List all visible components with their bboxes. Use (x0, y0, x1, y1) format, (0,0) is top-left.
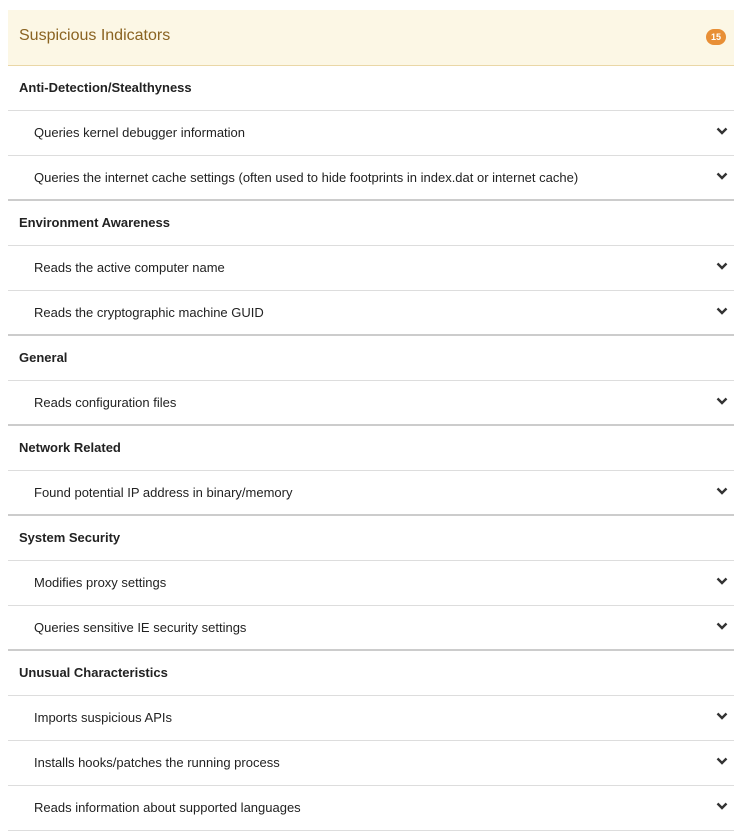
indicator-row[interactable]: Queries the internet cache settings (oft… (8, 156, 734, 201)
indicator-label: Imports suspicious APIs (34, 710, 172, 725)
panel-title: Suspicious Indicators (19, 27, 171, 44)
category-heading: Environment Awareness (8, 201, 734, 246)
indicator-row[interactable]: Found potential IP address in binary/mem… (8, 471, 734, 516)
category-heading: Unusual Characteristics (8, 651, 734, 696)
indicator-row[interactable]: Imports suspicious APIs (8, 696, 734, 741)
count-badge: 15 (706, 29, 726, 45)
chevron-down-icon[interactable] (716, 126, 728, 136)
group-unusual-characteristics: Unusual Characteristics Imports suspicio… (8, 651, 734, 831)
chevron-down-icon[interactable] (716, 261, 728, 271)
indicator-label: Queries sensitive IE security settings (34, 620, 247, 635)
indicator-row[interactable]: Modifies proxy settings (8, 561, 734, 606)
indicator-row[interactable]: Queries kernel debugger information (8, 111, 734, 156)
indicator-label: Modifies proxy settings (34, 575, 167, 590)
indicator-label: Reads information about supported langua… (34, 800, 301, 815)
indicator-label: Queries kernel debugger information (34, 125, 246, 140)
chevron-down-icon[interactable] (716, 396, 728, 406)
indicator-row[interactable]: Installs hooks/patches the running proce… (8, 741, 734, 786)
indicator-label: Reads the cryptographic machine GUID (34, 305, 264, 320)
chevron-down-icon[interactable] (716, 171, 728, 181)
indicator-label: Reads configuration files (34, 395, 177, 410)
indicator-row[interactable]: Reads the cryptographic machine GUID (8, 291, 734, 336)
indicator-label: Queries the internet cache settings (oft… (34, 170, 579, 185)
category-heading: Anti-Detection/Stealthyness (8, 66, 734, 111)
indicator-label: Found potential IP address in binary/mem… (34, 485, 293, 500)
indicator-row[interactable]: Queries sensitive IE security settings (8, 606, 734, 651)
category-heading: System Security (8, 516, 734, 561)
indicator-label: Reads the active computer name (34, 260, 225, 275)
indicator-row[interactable]: Reads configuration files (8, 381, 734, 426)
suspicious-indicators-panel: Suspicious Indicators 15 Anti-Detection/… (8, 10, 734, 831)
group-environment-awareness: Environment Awareness Reads the active c… (8, 201, 734, 336)
group-general: General Reads configuration files (8, 336, 734, 426)
chevron-down-icon[interactable] (716, 576, 728, 586)
group-system-security: System Security Modifies proxy settings … (8, 516, 734, 651)
chevron-down-icon[interactable] (716, 621, 728, 631)
group-anti-detection: Anti-Detection/Stealthyness Queries kern… (8, 66, 734, 201)
indicator-row[interactable]: Reads the active computer name (8, 246, 734, 291)
indicator-label: Installs hooks/patches the running proce… (34, 755, 280, 770)
panel-header[interactable]: Suspicious Indicators 15 (8, 10, 734, 66)
chevron-down-icon[interactable] (716, 801, 728, 811)
category-heading: General (8, 336, 734, 381)
chevron-down-icon[interactable] (716, 711, 728, 721)
group-network-related: Network Related Found potential IP addre… (8, 426, 734, 516)
category-heading: Network Related (8, 426, 734, 471)
chevron-down-icon[interactable] (716, 756, 728, 766)
chevron-down-icon[interactable] (716, 486, 728, 496)
indicator-row[interactable]: Reads information about supported langua… (8, 786, 734, 831)
chevron-down-icon[interactable] (716, 306, 728, 316)
